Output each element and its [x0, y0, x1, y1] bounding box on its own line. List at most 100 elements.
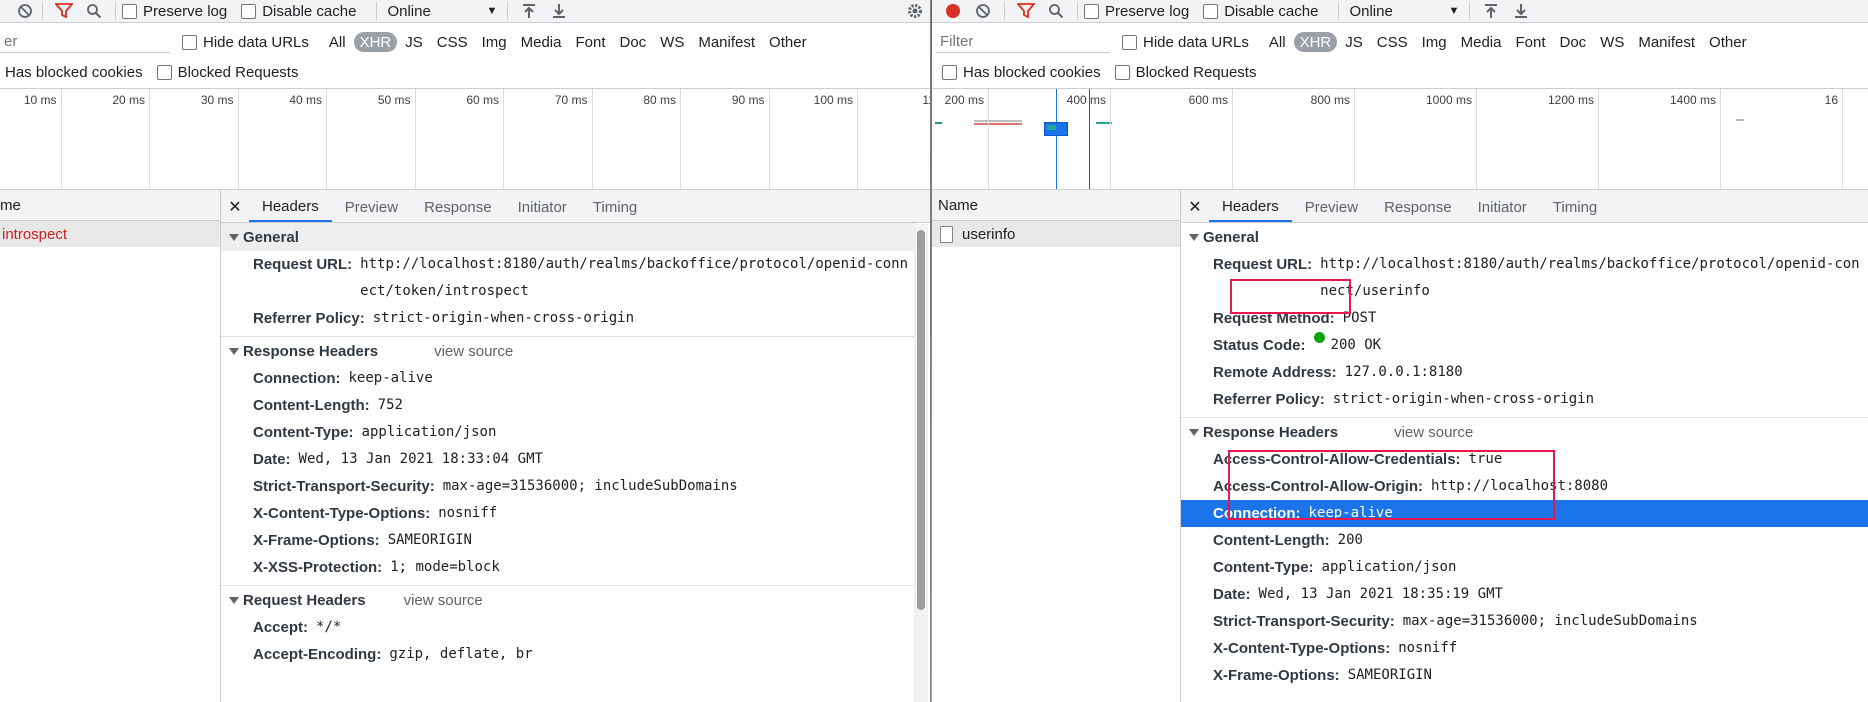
checkbox-box[interactable]	[1203, 3, 1219, 19]
scrollbar-thumb[interactable]	[917, 230, 925, 610]
filter-type-other[interactable]: Other	[763, 32, 813, 52]
filter-type-ws[interactable]: WS	[654, 32, 690, 52]
blocked-requests-checkbox[interactable]: Blocked Requests	[1114, 64, 1256, 81]
checkbox-box[interactable]	[1114, 64, 1130, 80]
header-row-content-type[interactable]: Content-Type: application/json	[221, 419, 916, 446]
response-headers-toggle[interactable]: Response Headers view source	[221, 337, 916, 365]
preserve-log-checkbox[interactable]: Preserve log	[122, 3, 227, 20]
detail-scrollbar[interactable]	[914, 224, 928, 702]
filter-type-img[interactable]: Img	[1416, 32, 1453, 52]
header-row-x-content-type-options[interactable]: X-Content-Type-Options: nosniff	[221, 500, 916, 527]
filter-type-css[interactable]: CSS	[1371, 32, 1414, 52]
request-row[interactable]: introspect	[0, 221, 220, 247]
tab-response[interactable]: Response	[411, 192, 505, 222]
tab-preview[interactable]: Preview	[1292, 192, 1371, 222]
header-row-x-xss-protection[interactable]: X-XSS-Protection: 1; mode=block	[221, 554, 916, 581]
request-headers-toggle[interactable]: Request Headers view source	[221, 586, 916, 614]
tab-headers[interactable]: Headers	[249, 192, 332, 222]
tab-preview[interactable]: Preview	[332, 192, 411, 222]
throttling-select[interactable]: Online ▼	[1345, 3, 1463, 20]
search-icon[interactable]	[79, 0, 109, 22]
filter-icon[interactable]	[49, 0, 79, 22]
filter-type-font[interactable]: Font	[1509, 32, 1551, 52]
header-row-date[interactable]: Date: Wed, 13 Jan 2021 18:35:19 GMT	[1181, 581, 1868, 608]
header-row-remote-address[interactable]: Remote Address: 127.0.0.1:8180	[1181, 359, 1868, 386]
filter-type-doc[interactable]: Doc	[1553, 32, 1592, 52]
disable-cache-checkbox[interactable]: Disable cache	[1203, 3, 1318, 20]
clear-icon[interactable]	[968, 0, 998, 22]
tab-initiator[interactable]: Initiator	[505, 192, 580, 222]
header-row-status-code[interactable]: Status Code: 200 OK	[1181, 332, 1868, 359]
checkbox-box[interactable]	[122, 3, 137, 19]
tab-timing[interactable]: Timing	[1540, 192, 1610, 222]
has-blocked-cookies-checkbox[interactable]: Has blocked cookies	[942, 64, 1101, 81]
filter-input[interactable]: er	[0, 32, 170, 53]
response-headers-toggle[interactable]: Response Headers view source	[1181, 418, 1868, 446]
tab-response[interactable]: Response	[1371, 192, 1465, 222]
header-row-content-type[interactable]: Content-Type: application/json	[1181, 554, 1868, 581]
checkbox-box[interactable]	[156, 64, 172, 80]
view-source-link[interactable]: view source	[404, 592, 483, 609]
name-column-header[interactable]: me	[0, 190, 220, 221]
general-section-toggle[interactable]: General	[221, 223, 916, 251]
filter-type-js[interactable]: JS	[399, 32, 429, 52]
filter-type-other[interactable]: Other	[1703, 32, 1753, 52]
checkbox-box[interactable]	[1084, 3, 1099, 19]
view-source-link[interactable]: view source	[1394, 424, 1473, 441]
filter-type-xhr[interactable]: XHR	[353, 32, 398, 52]
header-row-accept[interactable]: Accept: */*	[221, 614, 916, 641]
tab-headers[interactable]: Headers	[1209, 192, 1292, 222]
filter-type-manifest[interactable]: Manifest	[1632, 32, 1701, 52]
checkbox-box[interactable]	[942, 64, 957, 80]
filter-type-media[interactable]: Media	[515, 32, 568, 52]
filter-icon[interactable]	[1011, 0, 1041, 22]
filter-type-img[interactable]: Img	[476, 32, 513, 52]
checkbox-box[interactable]	[241, 3, 257, 19]
header-row-date[interactable]: Date: Wed, 13 Jan 2021 18:33:04 GMT	[221, 446, 916, 473]
disable-cache-checkbox[interactable]: Disable cache	[241, 3, 356, 20]
filter-type-xhr[interactable]: XHR	[1293, 32, 1338, 52]
filter-type-ws[interactable]: WS	[1594, 32, 1630, 52]
header-row-content-length[interactable]: Content-Length: 200	[1181, 527, 1868, 554]
filter-input[interactable]: Filter	[936, 32, 1110, 53]
search-icon[interactable]	[1041, 0, 1071, 22]
view-source-link[interactable]: view source	[434, 343, 513, 360]
has-blocked-cookies-checkbox[interactable]: Has blocked cookies	[5, 64, 143, 81]
header-row-referrer-policy[interactable]: Referrer Policy: strict-origin-when-cross…	[1181, 386, 1868, 413]
filter-type-all[interactable]: All	[1263, 32, 1292, 52]
tab-timing[interactable]: Timing	[580, 192, 650, 222]
network-timeline-overview[interactable]: 10 ms 20 ms 30 ms 40 ms 50 ms 60 ms 70 ms 80 ms…	[0, 88, 932, 190]
request-row[interactable]: userinfo	[932, 221, 1180, 247]
header-row-x-content-type-options[interactable]: X-Content-Type-Options: nosniff	[1181, 635, 1868, 662]
import-har-icon[interactable]	[1476, 0, 1506, 22]
name-column-header[interactable]: Name	[932, 190, 1180, 221]
header-row-x-frame-options[interactable]: X-Frame-Options: SAMEORIGIN	[1181, 662, 1868, 689]
filter-type-css[interactable]: CSS	[431, 32, 474, 52]
header-row-request-url[interactable]: Request URL: http://localhost:8180/auth/r…	[221, 251, 916, 305]
filter-type-manifest[interactable]: Manifest	[692, 32, 761, 52]
header-row-x-frame-options[interactable]: X-Frame-Options: SAMEORIGIN	[221, 527, 916, 554]
filter-type-font[interactable]: Font	[569, 32, 611, 52]
export-har-icon[interactable]	[1506, 0, 1536, 22]
close-icon[interactable]: ✕	[1181, 192, 1209, 222]
header-row-referrer-policy[interactable]: Referrer Policy: strict-origin-when-cross…	[221, 305, 916, 332]
import-har-icon[interactable]	[514, 0, 544, 22]
gear-icon[interactable]	[900, 0, 930, 22]
header-row-connection[interactable]: Connection: keep-alive	[221, 365, 916, 392]
preserve-log-checkbox[interactable]: Preserve log	[1084, 3, 1189, 20]
checkbox-box[interactable]	[1122, 34, 1137, 50]
general-section-toggle[interactable]: General	[1181, 223, 1868, 251]
header-row-strict-transport-security[interactable]: Strict-Transport-Security: max-age=315360…	[1181, 608, 1868, 635]
clear-icon[interactable]	[14, 0, 36, 22]
filter-type-all[interactable]: All	[323, 32, 352, 52]
header-row-accept-encoding[interactable]: Accept-Encoding: gzip, deflate, br	[221, 641, 916, 668]
filter-type-media[interactable]: Media	[1455, 32, 1508, 52]
header-row-strict-transport-security[interactable]: Strict-Transport-Security: max-age=315360…	[221, 473, 916, 500]
hide-data-urls-checkbox[interactable]: Hide data URLs	[1122, 34, 1249, 51]
filter-type-doc[interactable]: Doc	[613, 32, 652, 52]
throttling-select[interactable]: Online ▼	[383, 3, 501, 20]
hide-data-urls-checkbox[interactable]: Hide data URLs	[182, 34, 309, 51]
record-icon[interactable]	[938, 0, 968, 22]
network-timeline-overview[interactable]: 200 ms 400 ms 600 ms 800 ms 1000 ms 1200 ms 14…	[932, 88, 1868, 190]
tab-initiator[interactable]: Initiator	[1465, 192, 1540, 222]
